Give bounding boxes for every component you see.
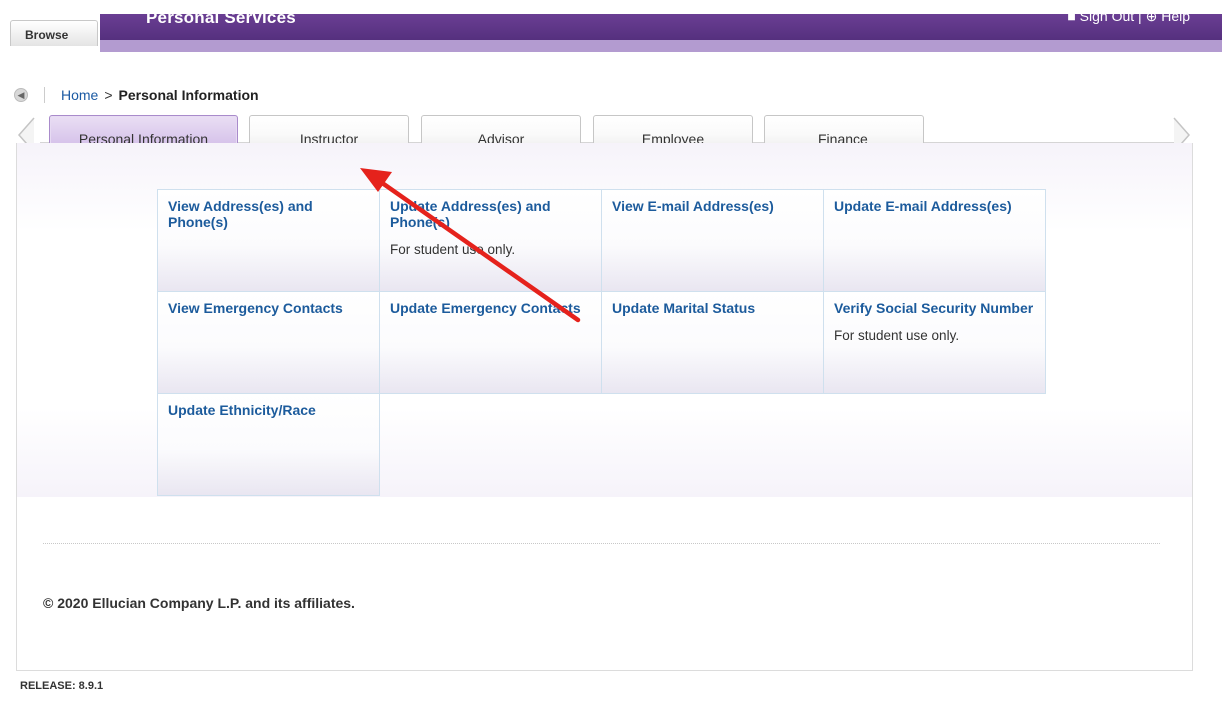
help-link[interactable]: Help bbox=[1161, 8, 1190, 24]
menu-item-view-email: View E-mail Address(es) bbox=[601, 189, 824, 292]
footer-divider bbox=[43, 543, 1160, 544]
utility-links: ■ Sign Out | ⊕ Help bbox=[1067, 8, 1190, 25]
release-version: RELEASE: 8.9.1 bbox=[20, 680, 104, 692]
menu-link-update-ethnicity[interactable]: Update Ethnicity/Race bbox=[168, 402, 369, 418]
top-banner: Personal Services Browse ■ Sign Out | ⊕ … bbox=[0, 0, 1222, 52]
copyright-text: © 2020 Ellucian Company L.P. and its aff… bbox=[43, 595, 355, 611]
left-arrow-circle-icon[interactable]: ◀ bbox=[14, 88, 28, 102]
browse-tab[interactable]: Browse bbox=[10, 20, 98, 46]
menu-link-update-marital-status[interactable]: Update Marital Status bbox=[612, 300, 813, 316]
breadcrumb-home-link[interactable]: Home bbox=[61, 87, 98, 103]
menu-link-view-address[interactable]: View Address(es) and Phone(s) bbox=[168, 198, 369, 230]
breadcrumb-current: Personal Information bbox=[118, 87, 259, 103]
breadcrumb-divider bbox=[44, 87, 45, 103]
app-title: Personal Services bbox=[146, 8, 296, 27]
menu-item-view-emergency-contacts: View Emergency Contacts bbox=[157, 291, 380, 394]
breadcrumb: ◀ Home > Personal Information bbox=[14, 86, 259, 104]
banner-lavender-strip bbox=[100, 40, 1222, 52]
menu-item-update-address: Update Address(es) and Phone(s) For stud… bbox=[379, 189, 602, 292]
menu-link-verify-ssn[interactable]: Verify Social Security Number bbox=[834, 300, 1035, 316]
menu-note-student-only: For student use only. bbox=[390, 242, 516, 257]
menu-item-update-emergency-contacts: Update Emergency Contacts bbox=[379, 291, 602, 394]
menu-link-update-emergency-contacts[interactable]: Update Emergency Contacts bbox=[390, 300, 591, 316]
menu-item-update-email: Update E-mail Address(es) bbox=[823, 189, 1046, 292]
breadcrumb-separator: > bbox=[104, 87, 113, 103]
menu-item-verify-ssn: Verify Social Security Number For studen… bbox=[823, 291, 1046, 394]
content-panel: View Address(es) and Phone(s) Update Add… bbox=[16, 143, 1193, 671]
menu-link-update-address[interactable]: Update Address(es) and Phone(s) bbox=[390, 198, 591, 230]
menu-link-update-email[interactable]: Update E-mail Address(es) bbox=[834, 198, 1035, 214]
menu-link-view-email[interactable]: View E-mail Address(es) bbox=[612, 198, 813, 214]
menu-link-view-emergency-contacts[interactable]: View Emergency Contacts bbox=[168, 300, 369, 316]
menu-item-view-address: View Address(es) and Phone(s) bbox=[157, 189, 380, 292]
menu-note-student-only: For student use only. bbox=[834, 328, 960, 343]
utility-divider: | bbox=[1138, 8, 1142, 24]
menu-item-update-marital-status: Update Marital Status bbox=[601, 291, 824, 394]
help-icon: ⊕ bbox=[1145, 8, 1158, 24]
sign-out-link[interactable]: Sign Out bbox=[1080, 8, 1134, 24]
menu-item-update-ethnicity: Update Ethnicity/Race bbox=[157, 393, 380, 496]
sign-out-icon: ■ bbox=[1067, 8, 1076, 24]
